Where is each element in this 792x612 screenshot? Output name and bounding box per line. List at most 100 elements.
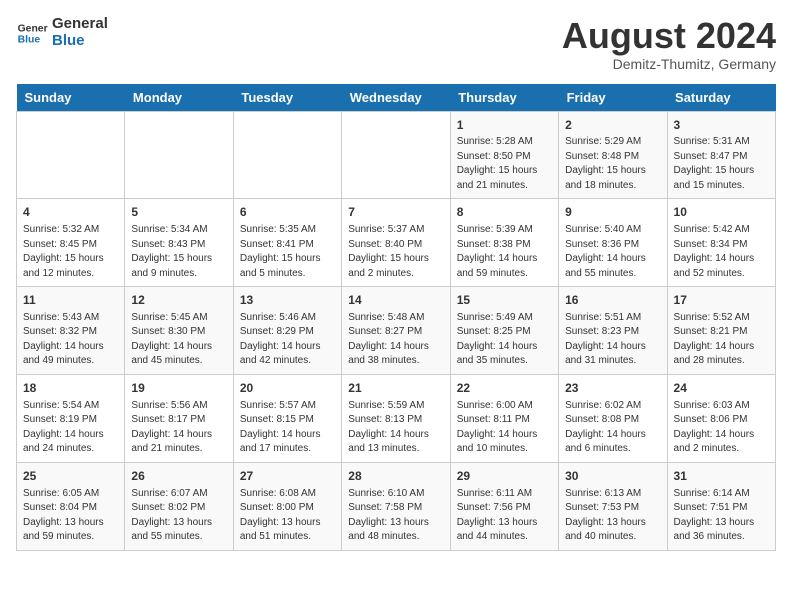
calendar-cell: 27 Sunrise: 6:08 AM Sunset: 8:00 PM Dayli… <box>233 462 341 550</box>
day-info: Sunrise: 5:52 AM Sunset: 8:21 PM Dayligh… <box>674 311 769 369</box>
day-info: Sunrise: 5:45 AM Sunset: 8:30 PM Dayligh… <box>131 311 226 369</box>
weekday-thursday: Thursday <box>450 84 558 112</box>
day-number: 9 <box>565 204 660 221</box>
calendar-cell: 28 Sunrise: 6:10 AM Sunset: 7:58 PM Dayli… <box>342 462 450 550</box>
weekday-friday: Friday <box>559 84 667 112</box>
calendar-cell: 26Sunrise: 6:07 AM Sunset: 8:02 PM Dayli… <box>125 462 233 550</box>
day-info: Sunrise: 5:40 AM Sunset: 8:36 PM Dayligh… <box>565 223 660 281</box>
week-row-3: 11Sunrise: 5:43 AM Sunset: 8:32 PM Dayli… <box>17 287 776 375</box>
day-number: 12 <box>131 292 226 309</box>
day-info: Sunrise: 6:03 AM Sunset: 8:06 PM Dayligh… <box>674 399 769 457</box>
day-number: 22 <box>457 380 552 397</box>
location: Demitz-Thumitz, Germany <box>562 56 776 72</box>
day-info: Sunrise: 5:59 AM Sunset: 8:13 PM Dayligh… <box>348 399 443 457</box>
calendar-cell: 20Sunrise: 5:57 AM Sunset: 8:15 PM Dayli… <box>233 374 341 462</box>
day-number: 7 <box>348 204 443 221</box>
calendar-cell: 2Sunrise: 5:29 AM Sunset: 8:48 PM Daylig… <box>559 111 667 199</box>
calendar-cell: 24 Sunrise: 6:03 AM Sunset: 8:06 PM Dayli… <box>667 374 775 462</box>
weekday-header-row: SundayMondayTuesdayWednesdayThursdayFrid… <box>17 84 776 112</box>
week-row-1: 1Sunrise: 5:28 AM Sunset: 8:50 PM Daylig… <box>17 111 776 199</box>
day-number: 1 <box>457 117 552 134</box>
day-number: 27 <box>240 468 335 485</box>
day-number: 3 <box>674 117 769 134</box>
day-number: 8 <box>457 204 552 221</box>
day-number: 15 <box>457 292 552 309</box>
day-info: Sunrise: 6:11 AM Sunset: 7:56 PM Dayligh… <box>457 487 552 545</box>
day-info: Sunrise: 5:51 AM Sunset: 8:23 PM Dayligh… <box>565 311 660 369</box>
title-block: August 2024 Demitz-Thumitz, Germany <box>562 16 776 72</box>
day-info: Sunrise: 6:00 AM Sunset: 8:11 PM Dayligh… <box>457 399 552 457</box>
day-number: 28 <box>348 468 443 485</box>
calendar-cell: 4Sunrise: 5:32 AM Sunset: 8:45 PM Daylig… <box>17 199 125 287</box>
day-info: Sunrise: 6:02 AM Sunset: 8:08 PM Dayligh… <box>565 399 660 457</box>
day-info: Sunrise: 5:46 AM Sunset: 8:29 PM Dayligh… <box>240 311 335 369</box>
day-number: 30 <box>565 468 660 485</box>
day-number: 4 <box>23 204 118 221</box>
day-info: Sunrise: 5:49 AM Sunset: 8:25 PM Dayligh… <box>457 311 552 369</box>
calendar-cell: 6 Sunrise: 5:35 AM Sunset: 8:41 PM Daylig… <box>233 199 341 287</box>
day-number: 25 <box>23 468 118 485</box>
day-number: 11 <box>23 292 118 309</box>
day-number: 23 <box>565 380 660 397</box>
calendar-cell: 13Sunrise: 5:46 AM Sunset: 8:29 PM Dayli… <box>233 287 341 375</box>
day-info: Sunrise: 5:29 AM Sunset: 8:48 PM Dayligh… <box>565 135 660 193</box>
logo: General Blue General Blue <box>16 16 108 49</box>
calendar-cell <box>233 111 341 199</box>
day-number: 24 <box>674 380 769 397</box>
day-number: 16 <box>565 292 660 309</box>
day-number: 21 <box>348 380 443 397</box>
calendar-cell: 1Sunrise: 5:28 AM Sunset: 8:50 PM Daylig… <box>450 111 558 199</box>
calendar-cell: 16 Sunrise: 5:51 AM Sunset: 8:23 PM Dayli… <box>559 287 667 375</box>
day-number: 31 <box>674 468 769 485</box>
day-info: Sunrise: 6:08 AM Sunset: 8:00 PM Dayligh… <box>240 487 335 545</box>
day-info: Sunrise: 5:37 AM Sunset: 8:40 PM Dayligh… <box>348 223 443 281</box>
page-header: General Blue General Blue August 2024 De… <box>16 16 776 72</box>
calendar-cell: 22 Sunrise: 6:00 AM Sunset: 8:11 PM Dayli… <box>450 374 558 462</box>
calendar-cell: 21 Sunrise: 5:59 AM Sunset: 8:13 PM Dayli… <box>342 374 450 462</box>
calendar-cell: 12 Sunrise: 5:45 AM Sunset: 8:30 PM Dayli… <box>125 287 233 375</box>
day-number: 17 <box>674 292 769 309</box>
day-info: Sunrise: 5:48 AM Sunset: 8:27 PM Dayligh… <box>348 311 443 369</box>
month-year: August 2024 <box>562 16 776 56</box>
day-info: Sunrise: 5:35 AM Sunset: 8:41 PM Dayligh… <box>240 223 335 281</box>
calendar-cell: 25 Sunrise: 6:05 AM Sunset: 8:04 PM Dayli… <box>17 462 125 550</box>
weekday-tuesday: Tuesday <box>233 84 341 112</box>
logo-general: General <box>52 16 108 33</box>
week-row-4: 18 Sunrise: 5:54 AM Sunset: 8:19 PM Dayli… <box>17 374 776 462</box>
day-info: Sunrise: 5:54 AM Sunset: 8:19 PM Dayligh… <box>23 399 118 457</box>
day-number: 10 <box>674 204 769 221</box>
day-info: Sunrise: 5:39 AM Sunset: 8:38 PM Dayligh… <box>457 223 552 281</box>
day-number: 2 <box>565 117 660 134</box>
weekday-sunday: Sunday <box>17 84 125 112</box>
calendar-cell: 29 Sunrise: 6:11 AM Sunset: 7:56 PM Dayli… <box>450 462 558 550</box>
calendar-cell: 31Sunrise: 6:14 AM Sunset: 7:51 PM Dayli… <box>667 462 775 550</box>
calendar-cell: 23 Sunrise: 6:02 AM Sunset: 8:08 PM Dayli… <box>559 374 667 462</box>
calendar-cell: 10 Sunrise: 5:42 AM Sunset: 8:34 PM Dayli… <box>667 199 775 287</box>
calendar-cell: 18 Sunrise: 5:54 AM Sunset: 8:19 PM Dayli… <box>17 374 125 462</box>
calendar-cell: 19Sunrise: 5:56 AM Sunset: 8:17 PM Dayli… <box>125 374 233 462</box>
day-info: Sunrise: 5:42 AM Sunset: 8:34 PM Dayligh… <box>674 223 769 281</box>
calendar-cell <box>17 111 125 199</box>
logo-icon: General Blue <box>16 17 48 49</box>
day-info: Sunrise: 5:34 AM Sunset: 8:43 PM Dayligh… <box>131 223 226 281</box>
calendar-cell: 30Sunrise: 6:13 AM Sunset: 7:53 PM Dayli… <box>559 462 667 550</box>
weekday-monday: Monday <box>125 84 233 112</box>
logo-blue: Blue <box>52 33 108 50</box>
day-number: 6 <box>240 204 335 221</box>
day-number: 29 <box>457 468 552 485</box>
day-info: Sunrise: 5:57 AM Sunset: 8:15 PM Dayligh… <box>240 399 335 457</box>
day-number: 26 <box>131 468 226 485</box>
calendar-cell: 5Sunrise: 5:34 AM Sunset: 8:43 PM Daylig… <box>125 199 233 287</box>
day-number: 14 <box>348 292 443 309</box>
weekday-saturday: Saturday <box>667 84 775 112</box>
day-info: Sunrise: 6:10 AM Sunset: 7:58 PM Dayligh… <box>348 487 443 545</box>
week-row-5: 25 Sunrise: 6:05 AM Sunset: 8:04 PM Dayli… <box>17 462 776 550</box>
calendar-cell: 17 Sunrise: 5:52 AM Sunset: 8:21 PM Dayli… <box>667 287 775 375</box>
day-info: Sunrise: 5:31 AM Sunset: 8:47 PM Dayligh… <box>674 135 769 193</box>
calendar-cell: 14 Sunrise: 5:48 AM Sunset: 8:27 PM Dayli… <box>342 287 450 375</box>
day-number: 18 <box>23 380 118 397</box>
day-info: Sunrise: 6:05 AM Sunset: 8:04 PM Dayligh… <box>23 487 118 545</box>
svg-text:Blue: Blue <box>18 34 41 45</box>
calendar-cell <box>125 111 233 199</box>
week-row-2: 4Sunrise: 5:32 AM Sunset: 8:45 PM Daylig… <box>17 199 776 287</box>
